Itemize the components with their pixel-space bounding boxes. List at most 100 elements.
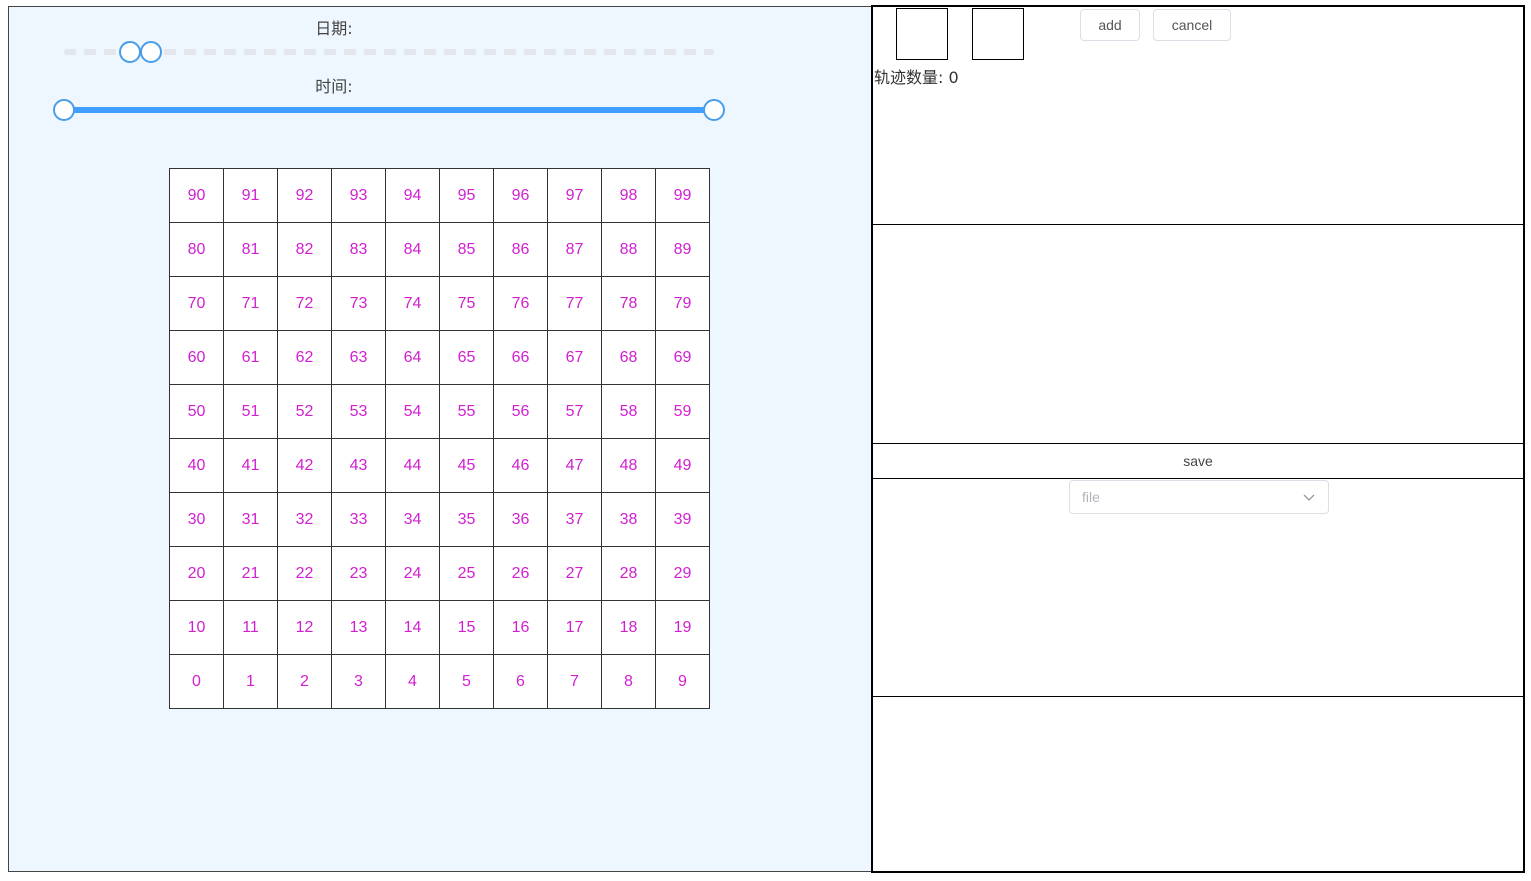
grid-cell[interactable]: 21	[223, 546, 278, 601]
grid-cell[interactable]: 35	[439, 492, 494, 547]
color-box-2[interactable]	[972, 8, 1024, 60]
grid-cell[interactable]: 46	[493, 438, 548, 493]
grid-cell[interactable]: 90	[169, 168, 224, 223]
grid-cell[interactable]: 97	[547, 168, 602, 223]
grid-cell[interactable]: 52	[277, 384, 332, 439]
grid-cell[interactable]: 2	[277, 654, 332, 709]
grid-cell[interactable]: 4	[385, 654, 440, 709]
grid-cell[interactable]: 82	[277, 222, 332, 277]
grid-cell[interactable]: 5	[439, 654, 494, 709]
time-slider-end-handle[interactable]	[703, 99, 725, 121]
grid-cell[interactable]: 73	[331, 276, 386, 331]
grid-cell[interactable]: 95	[439, 168, 494, 223]
grid-cell[interactable]: 59	[655, 384, 710, 439]
grid-cell[interactable]: 49	[655, 438, 710, 493]
grid-cell[interactable]: 93	[331, 168, 386, 223]
grid-cell[interactable]: 9	[655, 654, 710, 709]
grid-cell[interactable]: 85	[439, 222, 494, 277]
grid-cell[interactable]: 56	[493, 384, 548, 439]
grid-cell[interactable]: 77	[547, 276, 602, 331]
grid-cell[interactable]: 80	[169, 222, 224, 277]
grid-cell[interactable]: 40	[169, 438, 224, 493]
grid-cell[interactable]: 41	[223, 438, 278, 493]
grid-cell[interactable]: 48	[601, 438, 656, 493]
grid-cell[interactable]: 62	[277, 330, 332, 385]
grid-cell[interactable]: 24	[385, 546, 440, 601]
file-select[interactable]: file	[1069, 480, 1329, 514]
grid-cell[interactable]: 15	[439, 600, 494, 655]
grid-cell[interactable]: 16	[493, 600, 548, 655]
grid-cell[interactable]: 94	[385, 168, 440, 223]
grid-cell[interactable]: 13	[331, 600, 386, 655]
grid-cell[interactable]: 58	[601, 384, 656, 439]
grid-cell[interactable]: 81	[223, 222, 278, 277]
color-box-1[interactable]	[896, 8, 948, 60]
grid-cell[interactable]: 27	[547, 546, 602, 601]
grid-cell[interactable]: 53	[331, 384, 386, 439]
grid-cell[interactable]: 37	[547, 492, 602, 547]
grid-cell[interactable]: 96	[493, 168, 548, 223]
cancel-button[interactable]: cancel	[1153, 9, 1231, 41]
grid-cell[interactable]: 72	[277, 276, 332, 331]
grid-cell[interactable]: 50	[169, 384, 224, 439]
grid-cell[interactable]: 65	[439, 330, 494, 385]
grid-cell[interactable]: 17	[547, 600, 602, 655]
grid-cell[interactable]: 28	[601, 546, 656, 601]
grid-cell[interactable]: 42	[277, 438, 332, 493]
grid-cell[interactable]: 19	[655, 600, 710, 655]
grid-cell[interactable]: 43	[331, 438, 386, 493]
time-slider-start-handle[interactable]	[53, 99, 75, 121]
grid-cell[interactable]: 39	[655, 492, 710, 547]
grid-cell[interactable]: 51	[223, 384, 278, 439]
grid-cell[interactable]: 34	[385, 492, 440, 547]
grid-cell[interactable]: 79	[655, 276, 710, 331]
save-button[interactable]: save	[873, 443, 1523, 479]
grid-cell[interactable]: 6	[493, 654, 548, 709]
grid-cell[interactable]: 18	[601, 600, 656, 655]
grid-cell[interactable]: 99	[655, 168, 710, 223]
grid-cell[interactable]: 86	[493, 222, 548, 277]
grid-cell[interactable]: 33	[331, 492, 386, 547]
grid-cell[interactable]: 57	[547, 384, 602, 439]
grid-cell[interactable]: 11	[223, 600, 278, 655]
grid-cell[interactable]: 20	[169, 546, 224, 601]
grid-cell[interactable]: 67	[547, 330, 602, 385]
grid-cell[interactable]: 10	[169, 600, 224, 655]
grid-cell[interactable]: 47	[547, 438, 602, 493]
grid-cell[interactable]: 63	[331, 330, 386, 385]
grid-cell[interactable]: 3	[331, 654, 386, 709]
grid-cell[interactable]: 60	[169, 330, 224, 385]
grid-cell[interactable]: 74	[385, 276, 440, 331]
grid-cell[interactable]: 23	[331, 546, 386, 601]
grid-cell[interactable]: 84	[385, 222, 440, 277]
grid-cell[interactable]: 25	[439, 546, 494, 601]
grid-cell[interactable]: 55	[439, 384, 494, 439]
grid-cell[interactable]: 0	[169, 654, 224, 709]
grid-cell[interactable]: 68	[601, 330, 656, 385]
grid-cell[interactable]: 92	[277, 168, 332, 223]
time-slider-track[interactable]	[64, 107, 714, 113]
add-button[interactable]: add	[1080, 9, 1140, 41]
grid-cell[interactable]: 89	[655, 222, 710, 277]
grid-cell[interactable]: 8	[601, 654, 656, 709]
grid-cell[interactable]: 38	[601, 492, 656, 547]
grid-cell[interactable]: 83	[331, 222, 386, 277]
grid-cell[interactable]: 70	[169, 276, 224, 331]
grid-cell[interactable]: 71	[223, 276, 278, 331]
grid-cell[interactable]: 1	[223, 654, 278, 709]
grid-cell[interactable]: 66	[493, 330, 548, 385]
grid-cell[interactable]: 87	[547, 222, 602, 277]
grid-cell[interactable]: 29	[655, 546, 710, 601]
grid-cell[interactable]: 12	[277, 600, 332, 655]
grid-cell[interactable]: 14	[385, 600, 440, 655]
grid-cell[interactable]: 61	[223, 330, 278, 385]
grid-cell[interactable]: 7	[547, 654, 602, 709]
grid-cell[interactable]: 91	[223, 168, 278, 223]
grid-cell[interactable]: 32	[277, 492, 332, 547]
grid-cell[interactable]: 26	[493, 546, 548, 601]
grid-cell[interactable]: 64	[385, 330, 440, 385]
grid-cell[interactable]: 69	[655, 330, 710, 385]
grid-cell[interactable]: 44	[385, 438, 440, 493]
date-slider-end-handle[interactable]	[140, 41, 162, 63]
grid-cell[interactable]: 76	[493, 276, 548, 331]
